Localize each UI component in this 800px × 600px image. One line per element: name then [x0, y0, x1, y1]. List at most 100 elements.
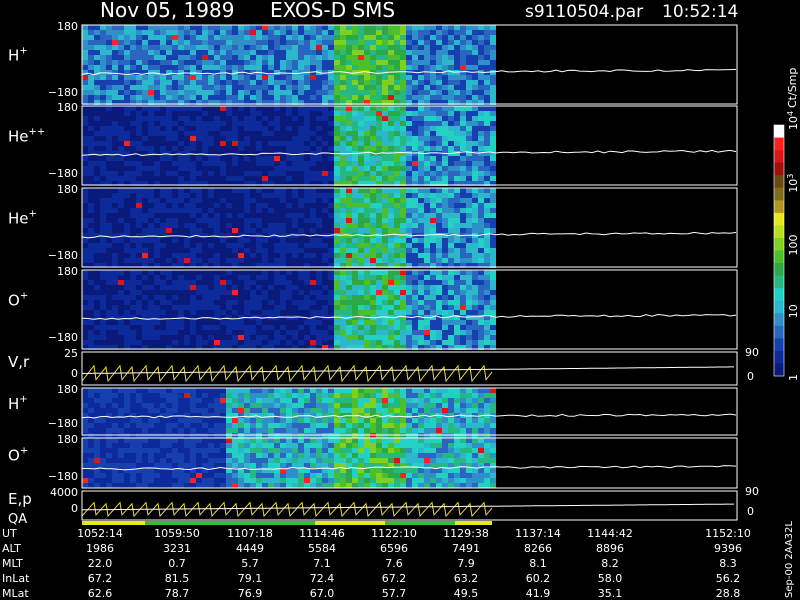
heat-cell	[352, 253, 358, 258]
heat-cell	[208, 418, 214, 423]
heat-cell	[112, 35, 118, 40]
heat-cell	[400, 151, 406, 156]
heat-cell	[178, 95, 184, 100]
heat-cell	[118, 418, 124, 423]
heat-cell	[232, 40, 238, 45]
heat-cell	[256, 171, 262, 176]
heat-cell	[298, 146, 304, 151]
heat-cell	[382, 340, 388, 345]
heat-cell	[424, 126, 430, 131]
heat-cell	[358, 85, 364, 90]
heat-cell	[136, 393, 142, 398]
heat-cell	[196, 126, 202, 131]
heat-cell	[274, 253, 280, 258]
heat-cell	[118, 166, 124, 171]
heat-cell	[166, 121, 172, 126]
heat-cell	[268, 90, 274, 95]
heat-cell	[256, 253, 262, 258]
heat-cell	[136, 176, 142, 181]
heat-cell	[322, 413, 328, 418]
heat-cell	[280, 203, 286, 208]
heat-cell	[406, 305, 412, 310]
heat-cell	[226, 203, 232, 208]
heat-cell	[478, 253, 484, 258]
heat-cell	[154, 408, 160, 413]
heat-cell	[430, 253, 436, 258]
heat-cell	[190, 295, 196, 300]
heat-cell	[82, 315, 88, 320]
heat-cell	[400, 340, 406, 345]
heat-cell	[118, 305, 124, 310]
heat-cell	[106, 248, 112, 253]
heat-cell	[130, 141, 136, 146]
heat-cell	[226, 116, 232, 121]
heat-cell	[238, 238, 244, 243]
heat-cell	[244, 275, 250, 280]
heat-cell	[292, 166, 298, 171]
heat-cell	[484, 106, 490, 111]
heat-cell	[154, 223, 160, 228]
heat-cell	[310, 193, 316, 198]
heat-cell	[424, 340, 430, 345]
heat-cell	[466, 203, 472, 208]
heat-cell	[166, 75, 172, 80]
heat-cell	[124, 408, 130, 413]
heat-cell	[418, 176, 424, 181]
heat-cell	[130, 305, 136, 310]
heat-cell	[154, 80, 160, 85]
heat-cell	[154, 198, 160, 203]
heat-cell	[148, 243, 154, 248]
heat-cell	[94, 258, 100, 263]
heat-cell	[190, 418, 196, 423]
heat-cell	[232, 171, 238, 176]
heat-cell	[136, 295, 142, 300]
heat-cell	[370, 176, 376, 181]
heat-cell	[172, 136, 178, 141]
heat-cell	[196, 25, 202, 30]
heat-cell	[352, 55, 358, 60]
heat-cell	[364, 203, 370, 208]
heat-cell	[106, 398, 112, 403]
heat-cell	[82, 95, 88, 100]
heat-cell	[442, 121, 448, 126]
heat-cell	[436, 30, 442, 35]
heat-cell	[214, 35, 220, 40]
heat-cell	[220, 50, 226, 55]
heat-cell	[298, 25, 304, 30]
heat-cell	[310, 131, 316, 136]
heat-cell	[394, 35, 400, 40]
heat-cell	[352, 310, 358, 315]
heat-cell	[202, 243, 208, 248]
heat-cell	[346, 35, 352, 40]
heat-cell	[100, 423, 106, 428]
heat-cell	[484, 218, 490, 223]
heat-cell	[106, 325, 112, 330]
heat-cell	[232, 228, 238, 233]
heat-cell	[310, 208, 316, 213]
heat-cell	[430, 136, 436, 141]
heat-cell	[382, 295, 388, 300]
heat-cell	[244, 253, 250, 258]
heat-cell	[304, 403, 310, 408]
heat-cell	[214, 280, 220, 285]
heat-cell	[208, 335, 214, 340]
heat-cell	[238, 253, 244, 258]
heat-cell	[286, 50, 292, 55]
heat-cell	[202, 60, 208, 65]
heat-cell	[430, 141, 436, 146]
heat-cell	[406, 340, 412, 345]
heat-cell	[220, 280, 226, 285]
heat-cell	[292, 228, 298, 233]
heat-cell	[136, 403, 142, 408]
heat-cell	[136, 25, 142, 30]
heat-cell	[172, 111, 178, 116]
heat-cell	[460, 80, 466, 85]
heat-cell	[424, 141, 430, 146]
heat-cell	[322, 403, 328, 408]
heat-cell	[88, 248, 94, 253]
heat-cell	[142, 253, 148, 258]
heat-cell	[106, 320, 112, 325]
heat-cell	[256, 285, 262, 290]
heat-cell	[178, 330, 184, 335]
heat-cell	[238, 310, 244, 315]
